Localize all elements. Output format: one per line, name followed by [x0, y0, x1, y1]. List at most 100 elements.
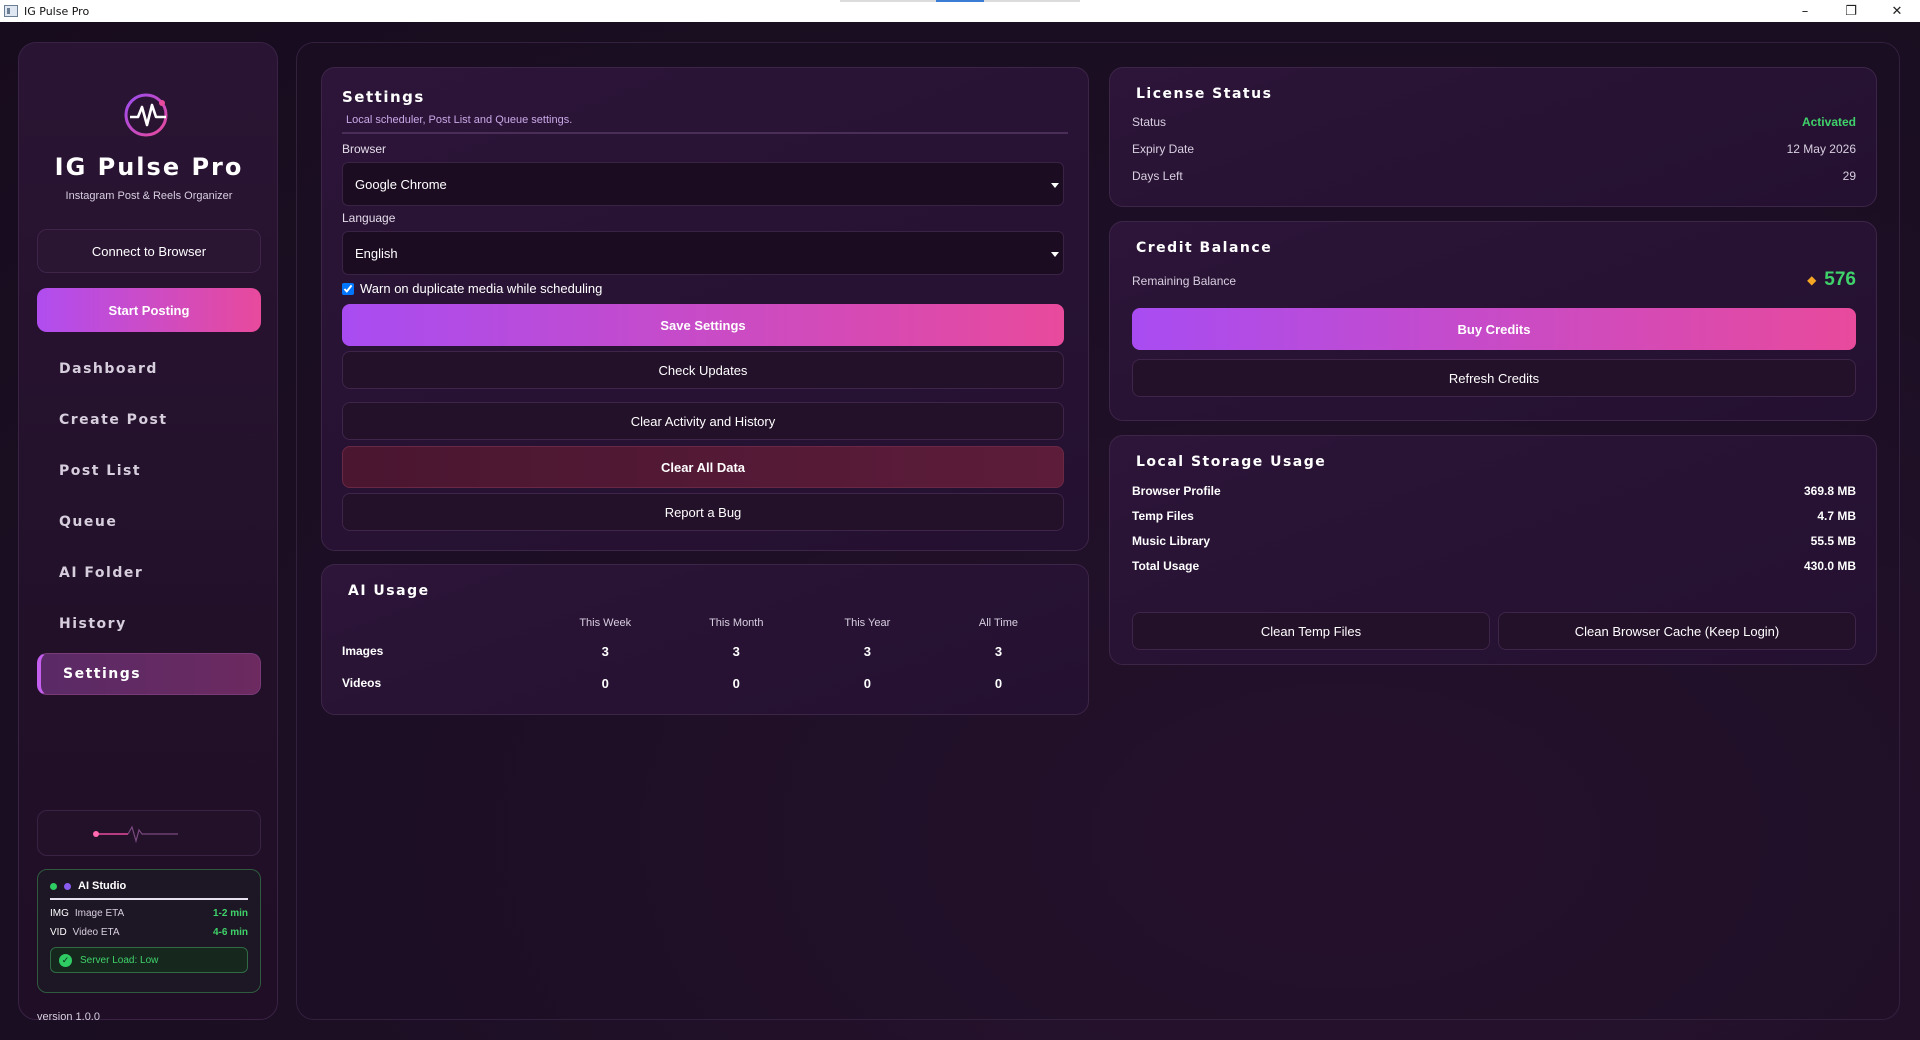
storage-item-label: Music Library — [1132, 534, 1211, 548]
chevron-down-icon — [1051, 183, 1059, 188]
server-load-status: ✓ Server Load: Low — [50, 947, 248, 973]
days-left-label: Days Left — [1132, 169, 1183, 183]
nav-queue[interactable]: Queue — [37, 501, 261, 543]
check-circle-icon: ✓ — [59, 953, 72, 967]
table-row: Videos 0 0 0 0 — [342, 667, 1064, 699]
settings-subtitle: Local scheduler, Post List and Queue set… — [346, 114, 573, 126]
restore-button[interactable]: ❐ — [1828, 0, 1874, 22]
storage-title: Local Storage Usage — [1136, 454, 1327, 470]
status-badge: Activated — [1801, 115, 1856, 129]
clean-temp-files-button[interactable]: Clean Temp Files — [1132, 612, 1490, 650]
list-item: Total Usage 430.0 MB — [1132, 559, 1856, 573]
nav-create-post[interactable]: Create Post — [37, 399, 261, 441]
credit-balance-number: 576 — [1824, 269, 1856, 290]
save-settings-button[interactable]: Save Settings — [342, 304, 1064, 346]
check-updates-button[interactable]: Check Updates — [342, 351, 1064, 389]
window-titlebar: IG Pulse Pro – ❐ ✕ — [0, 0, 1920, 22]
videos-this-year: 0 — [863, 675, 871, 691]
storage-item-label: Browser Profile — [1132, 484, 1221, 498]
titlebar-progress-strip — [840, 0, 1080, 2]
col-this-year: This Year — [844, 617, 891, 629]
version-label: version 1.0.0 — [37, 1011, 100, 1023]
row-label-videos: Videos — [342, 676, 382, 690]
row-label-images: Images — [342, 644, 384, 658]
settings-title: Settings — [342, 88, 425, 106]
brand-tagline: Instagram Post & Reels Organizer — [65, 190, 233, 202]
clear-all-data-button[interactable]: Clear All Data — [342, 446, 1064, 488]
ai-usage-title: AI Usage — [348, 583, 430, 599]
nav-post-list[interactable]: Post List — [37, 450, 261, 492]
browser-label: Browser — [342, 142, 387, 156]
server-load-text: Server Load: Low — [80, 954, 159, 966]
videos-this-month: 0 — [732, 675, 740, 691]
app-root: IG Pulse Pro Instagram Post & Reels Orga… — [0, 22, 1920, 1040]
expiry-value: 12 May 2026 — [1786, 142, 1856, 156]
start-posting-button[interactable]: Start Posting — [37, 288, 261, 332]
settings-card: Settings Local scheduler, Post List and … — [321, 67, 1089, 551]
nav-settings[interactable]: Settings — [37, 653, 261, 695]
status-label: Status — [1132, 115, 1167, 129]
brand-name: IG Pulse Pro — [54, 153, 244, 181]
sidebar: IG Pulse Pro Instagram Post & Reels Orga… — [18, 42, 278, 1023]
credit-balance-value: ◆ 576 — [1807, 269, 1856, 291]
heartbeat-widget — [37, 810, 261, 856]
warn-duplicate-option[interactable]: Warn on duplicate media while scheduling — [342, 281, 602, 296]
minimize-button[interactable]: – — [1782, 0, 1828, 22]
nav-history[interactable]: History — [37, 603, 261, 645]
images-all-time: 3 — [994, 643, 1003, 659]
expiry-row: Expiry Date 12 May 2026 — [1132, 142, 1856, 156]
col-this-month: This Month — [709, 617, 764, 629]
list-item: Browser Profile 369.8 MB — [1132, 484, 1856, 498]
videos-all-time: 0 — [994, 675, 1003, 691]
remaining-balance-label: Remaining Balance — [1132, 274, 1237, 288]
language-select[interactable]: English — [342, 231, 1064, 275]
clear-activity-button[interactable]: Clear Activity and History — [342, 402, 1064, 440]
storage-item-value: 4.7 MB — [1817, 509, 1856, 523]
heartbeat-line-icon — [93, 825, 178, 844]
language-select-value: English — [355, 245, 398, 261]
storage-item-value: 55.5 MB — [1810, 534, 1856, 548]
license-status-row: Status Activated — [1132, 115, 1856, 129]
credit-balance-card: Credit Balance Remaining Balance ◆ 576 B… — [1109, 221, 1877, 421]
vid-tag: VID — [50, 927, 67, 938]
videos-this-week: 0 — [601, 675, 609, 691]
warn-duplicate-label: Warn on duplicate media while scheduling — [360, 281, 603, 296]
close-button[interactable]: ✕ — [1874, 0, 1920, 22]
license-card: License Status Status Activated Expiry D… — [1109, 67, 1877, 207]
image-eta-label: Image ETA — [74, 908, 125, 919]
main-content: Settings Local scheduler, Post List and … — [296, 42, 1900, 1020]
ai-studio-header: AI Studio — [50, 880, 248, 900]
browser-select[interactable]: Google Chrome — [342, 162, 1064, 206]
studio-dot-icon — [64, 882, 71, 890]
img-tag: IMG — [50, 908, 69, 919]
browser-select-value: Google Chrome — [355, 176, 447, 192]
ai-studio-panel: AI Studio IMG Image ETA 1-2 min VID Video … — [37, 869, 261, 993]
ai-usage-table: This Week This Month This Year All Time … — [342, 611, 1064, 699]
pulse-logo-icon — [124, 93, 168, 137]
report-bug-button[interactable]: Report a Bug — [342, 493, 1064, 531]
storage-card: Local Storage Usage Browser Profile 369.… — [1109, 435, 1877, 665]
storage-item-label: Temp Files — [1132, 509, 1194, 523]
diamond-icon: ◆ — [1807, 273, 1817, 287]
video-eta-value: 4-6 min — [212, 927, 248, 938]
buy-credits-button[interactable]: Buy Credits — [1132, 308, 1856, 350]
refresh-credits-button[interactable]: Refresh Credits — [1132, 359, 1856, 397]
expiry-label: Expiry Date — [1132, 142, 1195, 156]
storage-item-value: 430.0 MB — [1803, 559, 1856, 573]
table-row: Images 3 3 3 3 — [342, 635, 1064, 667]
ai-studio-title: AI Studio — [78, 880, 127, 892]
chevron-down-icon — [1051, 252, 1059, 257]
settings-divider — [342, 132, 1068, 134]
clean-browser-cache-button[interactable]: Clean Browser Cache (Keep Login) — [1498, 612, 1856, 650]
list-item: Music Library 55.5 MB — [1132, 534, 1856, 548]
days-left-value: 29 — [1842, 169, 1856, 183]
connect-browser-button[interactable]: Connect to Browser — [37, 229, 261, 273]
language-label: Language — [342, 211, 396, 225]
list-item: Temp Files 4.7 MB — [1132, 509, 1856, 523]
nav-dashboard[interactable]: Dashboard — [37, 348, 261, 390]
video-eta-row: VID Video ETA 4-6 min — [50, 927, 248, 938]
ai-usage-card: AI Usage This Week This Month This Year … — [321, 564, 1089, 715]
nav-ai-folder[interactable]: AI Folder — [37, 552, 261, 594]
warn-duplicate-checkbox[interactable] — [342, 282, 354, 295]
storage-item-value: 369.8 MB — [1803, 484, 1856, 498]
